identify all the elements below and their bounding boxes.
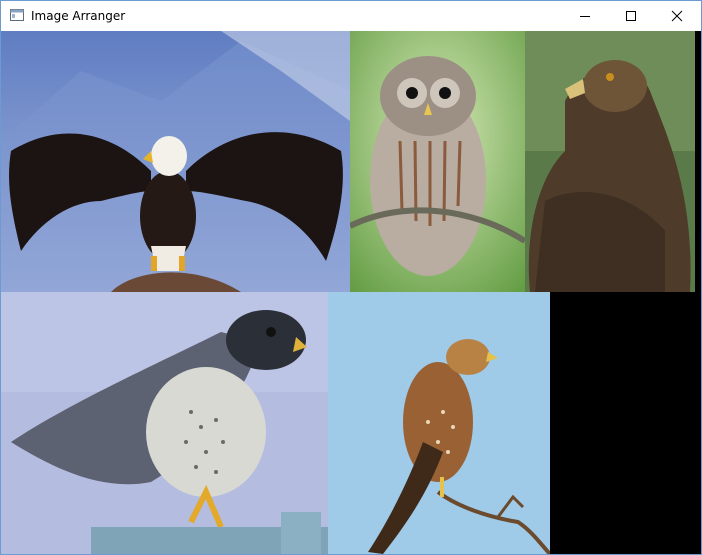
app-window: Image Arranger (0, 0, 702, 555)
image-peregrine-falcon[interactable] (1, 292, 328, 554)
image-golden-eagle[interactable] (525, 31, 695, 292)
bald-eagle-image (1, 31, 350, 292)
image-canvas (1, 31, 701, 554)
app-icon (10, 9, 24, 21)
image-red-shouldered-hawk[interactable] (328, 292, 550, 554)
maximize-button[interactable] (609, 1, 655, 31)
window-title: Image Arranger (31, 9, 126, 23)
golden-eagle-image (525, 31, 695, 292)
peregrine-falcon-image (1, 292, 328, 554)
minimize-button[interactable] (563, 1, 609, 31)
image-bald-eagle[interactable] (1, 31, 350, 292)
title-bar[interactable]: Image Arranger (1, 1, 701, 31)
maximize-icon (626, 11, 636, 21)
minimize-icon (580, 16, 590, 17)
close-icon (671, 10, 683, 22)
image-barred-owl[interactable] (350, 31, 525, 292)
close-button[interactable] (655, 1, 701, 31)
red-shouldered-hawk-image (328, 292, 550, 554)
barred-owl-image (350, 31, 525, 292)
